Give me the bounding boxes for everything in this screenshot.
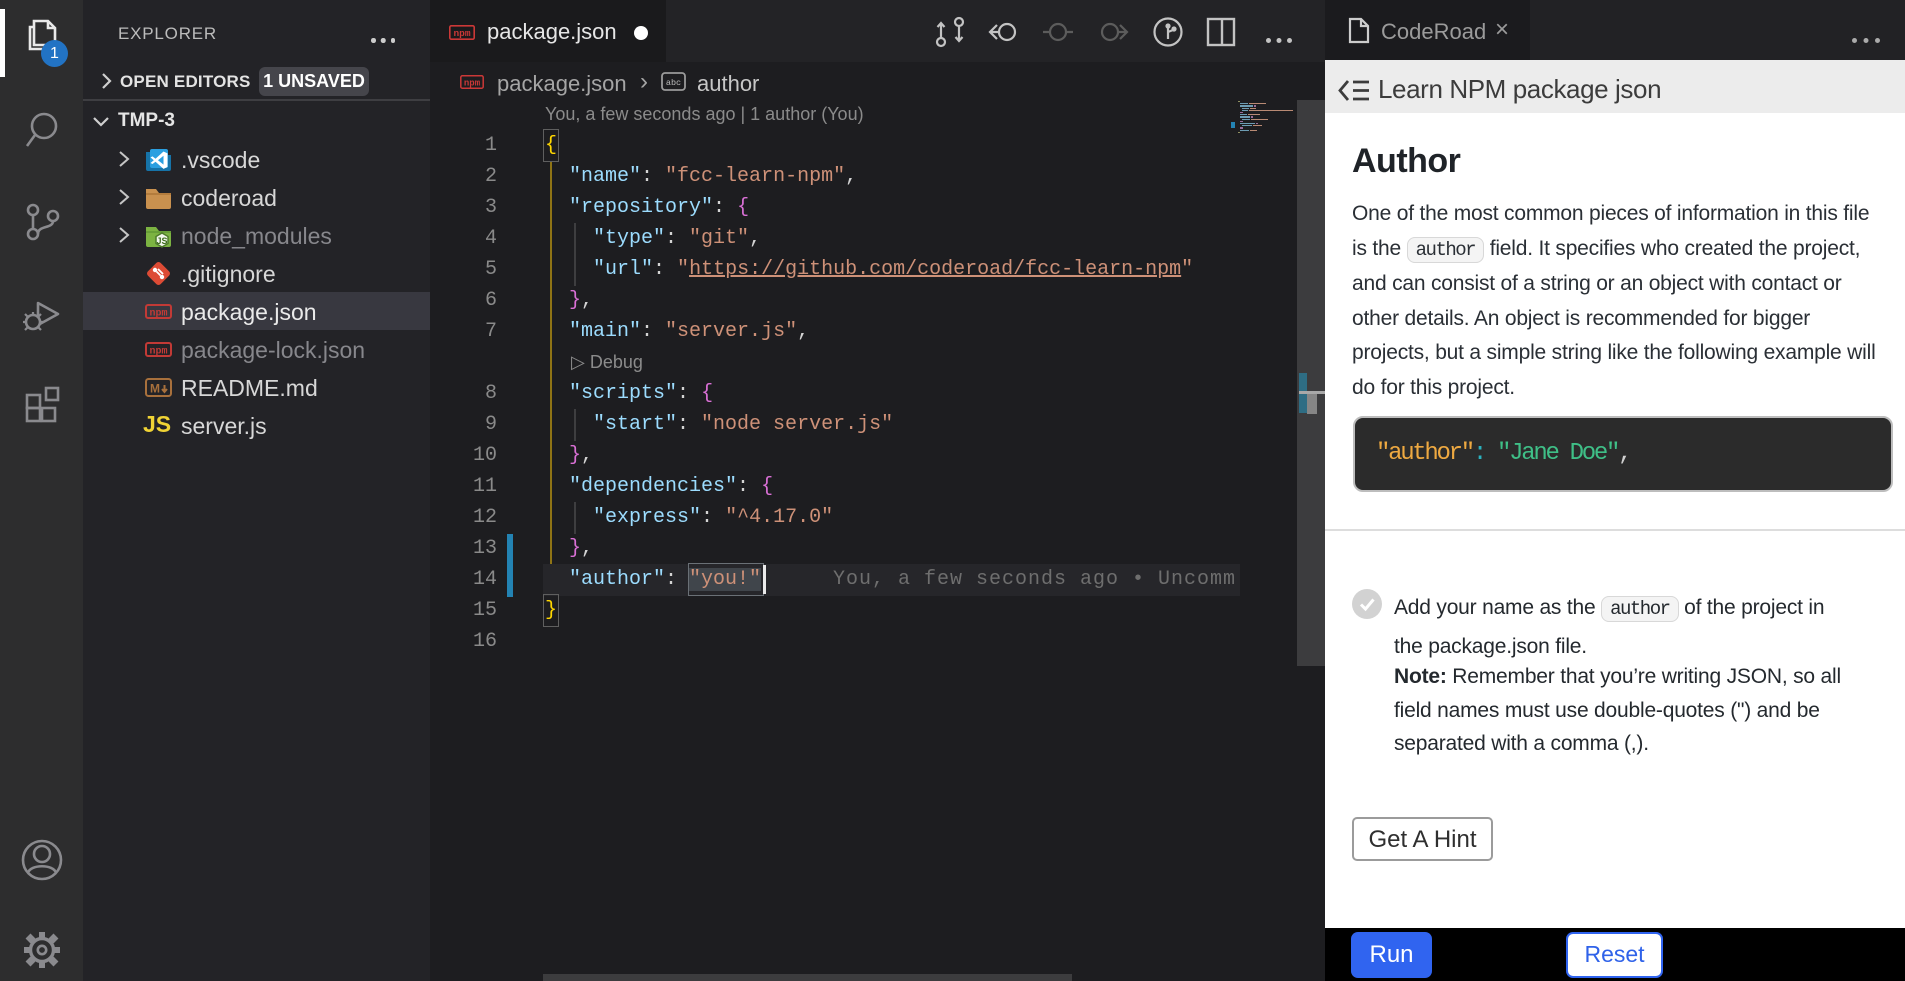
svg-text:M: M (150, 382, 160, 396)
svg-text:npm: npm (149, 309, 167, 320)
svg-text:JS: JS (156, 236, 167, 246)
svg-text:npm: npm (453, 28, 470, 39)
svg-text:npm: npm (464, 79, 481, 89)
svg-text:abc: abc (666, 78, 681, 88)
svg-text:npm: npm (149, 347, 167, 358)
